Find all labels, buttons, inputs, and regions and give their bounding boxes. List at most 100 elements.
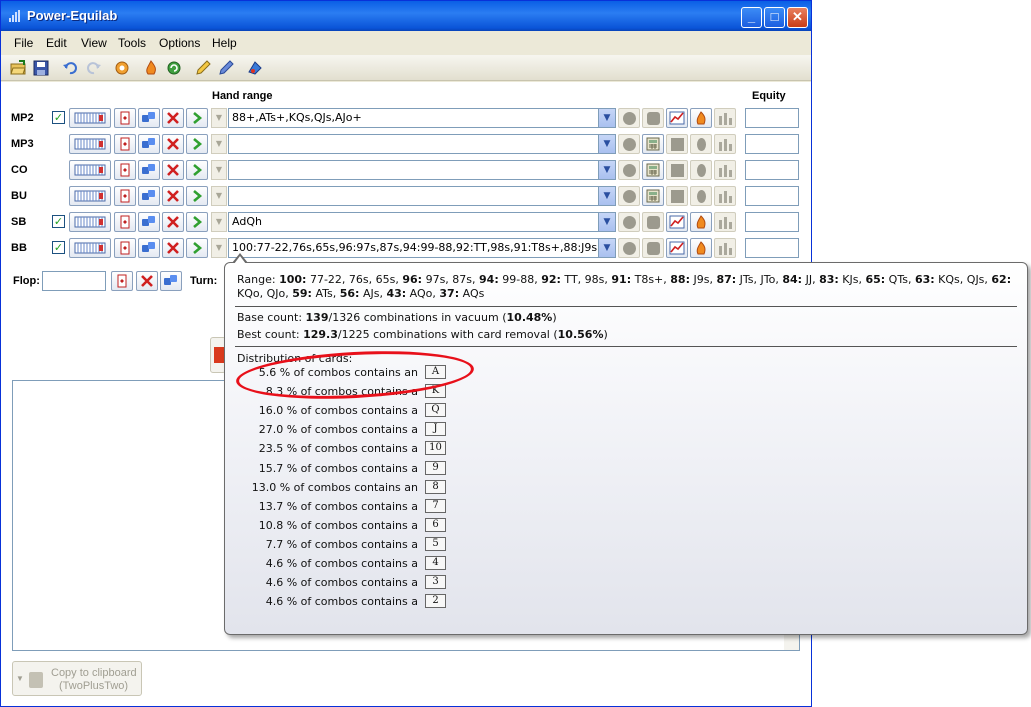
random-hand-button[interactable] (138, 134, 160, 154)
range-dropdown-button[interactable]: ▼ (599, 134, 616, 154)
range-dropdown-button[interactable]: ▼ (599, 108, 616, 128)
graph-button-disabled[interactable] (666, 160, 688, 180)
calculator-icon[interactable] (642, 134, 664, 154)
redo-icon[interactable] (85, 59, 103, 77)
range-matrix-button[interactable] (69, 134, 111, 154)
apply-range-button[interactable] (186, 186, 208, 206)
equity-field[interactable] (745, 160, 799, 180)
range-matrix-button[interactable] (69, 108, 111, 128)
card-picker-button[interactable] (114, 134, 136, 154)
copy-to-clipboard-button[interactable]: ▼ Copy to clipboard (TwoPlusTwo) (12, 661, 142, 696)
dropdown-arrow-icon[interactable]: ▼ (16, 674, 24, 683)
calculator-icon[interactable] (642, 160, 664, 180)
random-hand-button[interactable] (138, 212, 160, 232)
menu-help[interactable]: Help (212, 36, 237, 50)
card-picker-button[interactable] (114, 108, 136, 128)
clear-range-button[interactable] (162, 212, 184, 232)
fire-icon[interactable] (690, 238, 712, 258)
clear-range-button[interactable] (162, 238, 184, 258)
pencil-icon[interactable] (194, 59, 212, 77)
clear-range-button[interactable] (162, 186, 184, 206)
clear-range-button[interactable] (162, 134, 184, 154)
hand-range-input[interactable]: AdQh (228, 212, 599, 232)
fire-icon[interactable] (142, 59, 160, 77)
range-history-dropdown[interactable]: ▼ (211, 108, 227, 128)
player-enabled-checkbox[interactable]: ✓ (52, 215, 65, 228)
fire-button-disabled[interactable] (690, 160, 712, 180)
equity-field[interactable] (745, 238, 799, 258)
menu-view[interactable]: View (81, 36, 107, 50)
flop-random-button[interactable] (160, 271, 182, 291)
apply-range-button[interactable] (186, 108, 208, 128)
pen-icon[interactable] (217, 59, 235, 77)
range-history-dropdown[interactable]: ▼ (211, 134, 227, 154)
range-matrix-button[interactable] (69, 238, 111, 258)
hand-range-input[interactable] (228, 134, 599, 154)
apply-range-button[interactable] (186, 212, 208, 232)
range-history-dropdown[interactable]: ▼ (211, 160, 227, 180)
hand-range-input[interactable]: 88+,ATs+,KQs,QJs,AJo+ (228, 108, 599, 128)
player-enabled-checkbox[interactable]: ✓ (52, 111, 65, 124)
bar-chart-icon[interactable] (714, 160, 736, 180)
card-picker-button[interactable] (114, 186, 136, 206)
card-picker-button[interactable] (114, 238, 136, 258)
bar-chart-icon[interactable] (714, 238, 736, 258)
range-matrix-button[interactable] (69, 160, 111, 180)
range-dropdown-button[interactable]: ▼ (599, 186, 616, 206)
hand-range-input[interactable] (228, 160, 599, 180)
bar-chart-icon[interactable] (714, 108, 736, 128)
equity-field[interactable] (745, 186, 799, 206)
range-dropdown-button[interactable]: ▼ (599, 160, 616, 180)
menu-tools[interactable]: Tools (118, 36, 146, 50)
range-dropdown-button[interactable]: ▼ (599, 238, 616, 258)
random-hand-button[interactable] (138, 238, 160, 258)
flop-clear-button[interactable] (136, 271, 158, 291)
circle-stat-button[interactable] (618, 186, 640, 206)
random-hand-button[interactable] (138, 186, 160, 206)
menu-options[interactable]: Options (159, 36, 200, 50)
apply-range-button[interactable] (186, 238, 208, 258)
hand-range-input[interactable]: 100:77-22,76s,65s,96:97s,87s,94:99-88,92… (228, 238, 599, 258)
maximize-button[interactable]: □ (764, 7, 785, 28)
circle-stat-button[interactable] (618, 212, 640, 232)
menu-file[interactable]: File (14, 36, 33, 50)
circle-stat-button[interactable] (618, 238, 640, 258)
bar-chart-icon[interactable] (714, 186, 736, 206)
card-picker-button[interactable] (114, 212, 136, 232)
graph-button-disabled[interactable] (666, 186, 688, 206)
equity-field[interactable] (745, 134, 799, 154)
flop-card-picker-button[interactable] (111, 271, 133, 291)
minimize-button[interactable]: _ (741, 7, 762, 28)
undo-icon[interactable] (61, 59, 79, 77)
graph-icon[interactable] (666, 238, 688, 258)
graph-icon[interactable] (666, 212, 688, 232)
note-button[interactable] (642, 238, 664, 258)
player-enabled-checkbox[interactable]: ✓ (52, 241, 65, 254)
card-picker-button[interactable] (114, 160, 136, 180)
close-button[interactable]: ✕ (787, 7, 808, 28)
settings-icon[interactable] (113, 59, 131, 77)
note-button[interactable] (642, 108, 664, 128)
title-bar[interactable]: Power-Equilab _ □ ✕ (1, 1, 811, 31)
random-hand-button[interactable] (138, 108, 160, 128)
range-matrix-button[interactable] (69, 212, 111, 232)
clear-range-button[interactable] (162, 160, 184, 180)
equity-field[interactable] (745, 108, 799, 128)
range-history-dropdown[interactable]: ▼ (211, 212, 227, 232)
graph-button-disabled[interactable] (666, 134, 688, 154)
range-dropdown-button[interactable]: ▼ (599, 212, 616, 232)
note-button[interactable] (642, 212, 664, 232)
calculator-icon[interactable] (642, 186, 664, 206)
refresh-icon[interactable] (165, 59, 183, 77)
graph-icon[interactable] (666, 108, 688, 128)
circle-stat-button[interactable] (618, 160, 640, 180)
fire-button-disabled[interactable] (690, 186, 712, 206)
circle-stat-button[interactable] (618, 108, 640, 128)
range-history-dropdown[interactable]: ▼ (211, 186, 227, 206)
fire-icon[interactable] (690, 108, 712, 128)
random-hand-button[interactable] (138, 160, 160, 180)
apply-range-button[interactable] (186, 134, 208, 154)
bar-chart-icon[interactable] (714, 212, 736, 232)
flag-icon[interactable] (246, 59, 264, 77)
hand-range-input[interactable] (228, 186, 599, 206)
